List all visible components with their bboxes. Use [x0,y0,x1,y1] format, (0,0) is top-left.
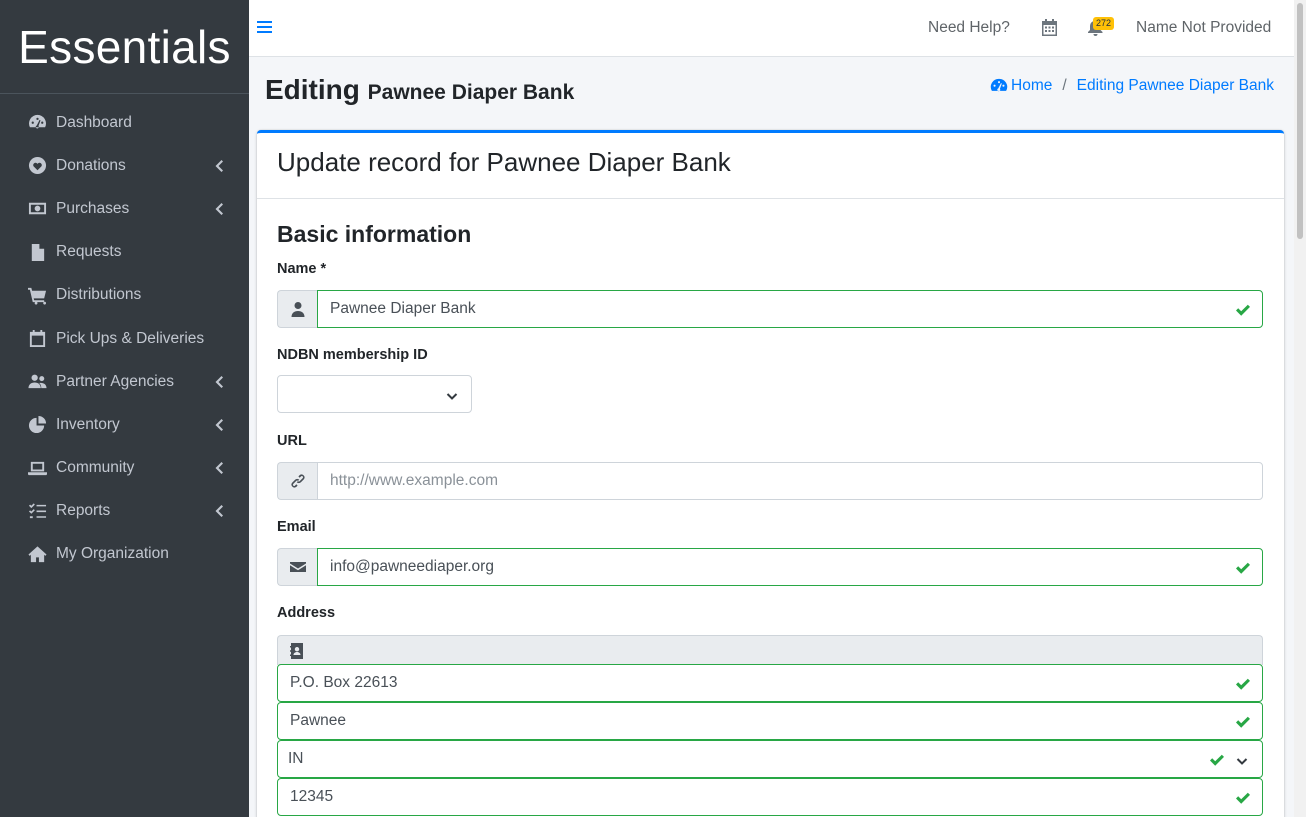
page-title-prefix: Editing [265,74,360,105]
zip-value: 12345 [290,788,334,805]
sidebar-item-label: Purchases [56,199,130,217]
address-book-icon [290,643,304,659]
email-input-group: info@pawneediaper.org [277,548,1263,586]
file-icon [26,242,48,262]
email-input[interactable]: info@pawneediaper.org [317,548,1263,586]
need-help-link[interactable]: Need Help? [928,19,1010,37]
sidebar-item-donations[interactable]: Donations [0,144,249,187]
calendar-icon[interactable] [1042,19,1058,37]
sidebar-item-label: Inventory [56,415,120,433]
address-header [277,635,1263,665]
cart-icon [26,285,48,305]
page-title-org: Pawnee Diaper Bank [367,81,575,104]
sidebar-item-label: Pick Ups & Deliveries [56,329,205,347]
sidebar-item-label: Reports [56,502,111,520]
breadcrumb: Home / Editing Pawnee Diaper Bank [990,77,1274,95]
sidebar: Essentials Dashboard Donations Purchases… [0,0,249,817]
state-value: IN [288,750,304,767]
check-icon [1234,301,1252,319]
link-icon [277,462,317,500]
state-select[interactable]: IN [277,740,1263,778]
chevron-left-icon [215,202,225,216]
laptop-icon [26,458,48,478]
chevron-down-icon [1236,754,1248,766]
heart-icon [26,156,48,176]
users-icon [26,372,48,392]
check-icon [1234,559,1252,577]
calendar-icon [26,329,48,349]
sidebar-item-label: Requests [56,243,122,261]
home-icon [26,544,48,564]
scrollbar-thumb[interactable] [1297,3,1303,239]
chevron-left-icon [215,418,225,432]
card-title: Update record for Pawnee Diaper Bank [277,147,731,177]
sidebar-item-inventory[interactable]: Inventory [0,403,249,446]
city-value: Pawnee [290,712,347,729]
page-title: Editing Pawnee Diaper Bank [265,74,574,106]
hamburger-menu-icon[interactable] [257,18,273,38]
url-placeholder: http://www.example.com [330,472,498,489]
pie-chart-icon [26,415,48,435]
ndbn-label: NDBN membership ID [277,347,428,363]
sidebar-item-label: Partner Agencies [56,372,175,390]
user-menu[interactable]: Name Not Provided [1136,19,1271,37]
check-icon [1234,789,1252,807]
sidebar-item-label: Donations [56,156,126,174]
envelope-icon [277,548,317,586]
sidebar-item-label: Distributions [56,286,142,304]
url-label: URL [277,433,307,449]
email-label: Email [277,519,316,535]
street-value: P.O. Box 22613 [290,674,398,691]
url-input[interactable]: http://www.example.com [317,462,1263,500]
name-input-group: Pawnee Diaper Bank [277,290,1263,328]
sidebar-item-community[interactable]: Community [0,447,249,490]
chevron-down-icon [446,389,458,401]
city-input[interactable]: Pawnee [277,702,1263,740]
sidebar-item-pickups[interactable]: Pick Ups & Deliveries [0,317,249,360]
breadcrumb-home[interactable]: Home [1011,77,1052,95]
topbar: Need Help? 272 Name Not Provided [249,0,1294,57]
sidebar-item-label: Dashboard [56,113,132,131]
sidebar-nav: Dashboard Donations Purchases Requests D… [0,94,249,576]
zip-input[interactable]: 12345 [277,778,1263,816]
address-label: Address [277,605,336,621]
check-icon [1208,751,1226,769]
section-title: Basic information [277,221,472,247]
sidebar-item-label: My Organization [56,545,169,563]
breadcrumb-current[interactable]: Editing Pawnee Diaper Bank [1077,77,1274,95]
street-input[interactable]: P.O. Box 22613 [277,664,1263,702]
check-icon [1234,713,1252,731]
tasks-icon [26,501,48,521]
brand-name: Essentials [18,20,231,73]
tachometer-icon [26,113,48,133]
scrollbar[interactable] [1294,0,1306,817]
sidebar-item-purchases[interactable]: Purchases [0,187,249,230]
sidebar-item-distributions[interactable]: Distributions [0,274,249,317]
sidebar-item-dashboard[interactable]: Dashboard [0,101,249,144]
chevron-left-icon [215,375,225,389]
money-bill-icon [26,199,48,219]
sidebar-item-partner-agencies[interactable]: Partner Agencies [0,360,249,403]
breadcrumb-separator: / [1062,77,1067,94]
user-icon [277,290,317,328]
sidebar-item-label: Community [56,459,135,477]
card-header: Update record for Pawnee Diaper Bank [257,133,1284,199]
ndbn-select[interactable] [277,375,472,413]
chevron-left-icon [215,159,225,173]
tachometer-icon [990,78,1008,94]
chevron-left-icon [215,504,225,518]
name-label: Name * [277,261,327,277]
name-input[interactable]: Pawnee Diaper Bank [317,290,1263,328]
check-icon [1234,675,1252,693]
notification-badge: 272 [1093,17,1115,30]
email-value: info@pawneediaper.org [330,558,494,575]
edit-card: Update record for Pawnee Diaper Bank Bas… [257,130,1284,817]
url-input-group: http://www.example.com [277,462,1263,500]
sidebar-item-my-organization[interactable]: My Organization [0,533,249,576]
chevron-left-icon [215,461,225,475]
sidebar-item-requests[interactable]: Requests [0,231,249,274]
name-value: Pawnee Diaper Bank [330,300,476,317]
sidebar-item-reports[interactable]: Reports [0,490,249,533]
brand-logo[interactable]: Essentials [0,0,249,94]
